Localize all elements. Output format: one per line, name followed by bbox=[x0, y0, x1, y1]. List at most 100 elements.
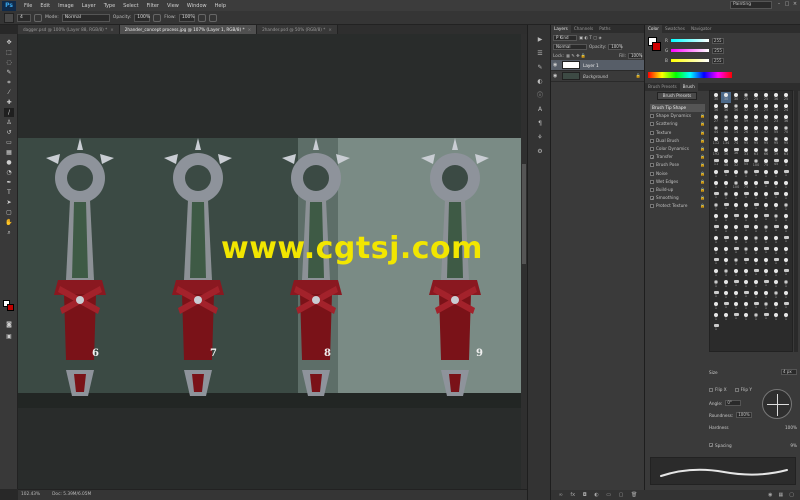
history-brush-tool-icon[interactable]: ↺ bbox=[4, 128, 14, 137]
brush-tip[interactable]: 1 bbox=[761, 312, 771, 323]
brush-tip[interactable]: 1 bbox=[711, 290, 721, 301]
lock-icon[interactable]: 🔒 bbox=[700, 194, 705, 202]
brush-option-checkbox[interactable] bbox=[650, 179, 654, 184]
brush-tip[interactable]: 1 bbox=[741, 279, 751, 290]
brush-tip[interactable]: 1 bbox=[761, 213, 771, 224]
brush-tip[interactable]: 1 bbox=[721, 301, 731, 312]
lock-icon[interactable]: 🔒 bbox=[700, 137, 705, 145]
brush-tip[interactable]: 1 bbox=[761, 224, 771, 235]
brush-option-checkbox[interactable] bbox=[650, 163, 654, 168]
blue-slider[interactable] bbox=[670, 59, 709, 62]
play-icon[interactable]: ▶ bbox=[535, 35, 545, 44]
brush-tip[interactable]: 1 bbox=[781, 290, 791, 301]
brush-tip[interactable]: 1 bbox=[721, 290, 731, 301]
close-icon[interactable]: × bbox=[110, 27, 114, 32]
brush-tip[interactable]: 1 bbox=[771, 268, 781, 279]
brush-tip[interactable]: 1 bbox=[781, 279, 791, 290]
lasso-tool-icon[interactable]: ◌ bbox=[4, 58, 14, 67]
lock-icon[interactable]: 🔒 bbox=[700, 178, 705, 186]
flip-y-checkbox[interactable]: Flip Y bbox=[734, 387, 752, 392]
brush-tip[interactable]: 1 bbox=[711, 279, 721, 290]
brush-tip[interactable]: 44 bbox=[711, 125, 721, 136]
layer-kind-filter[interactable]: P Kind bbox=[553, 34, 577, 41]
brush-tip[interactable]: 1 bbox=[761, 268, 771, 279]
brush-option-item[interactable]: Brush Pose 🔒 bbox=[650, 161, 705, 169]
brush-tip[interactable]: 25 bbox=[761, 103, 771, 114]
spacing-checkbox[interactable]: ✓ Spacing bbox=[709, 443, 732, 448]
color-spectrum[interactable] bbox=[648, 72, 732, 78]
brush-tip[interactable]: 192 bbox=[711, 147, 721, 158]
eraser-tool-icon[interactable]: ▭ bbox=[4, 138, 14, 147]
brush-option-item[interactable]: Color Dynamics 🔒 bbox=[650, 145, 705, 153]
brush-tool-preset-icon[interactable] bbox=[4, 12, 14, 23]
brush-tip[interactable]: 1 bbox=[731, 257, 741, 268]
menu-edit[interactable]: Edit bbox=[36, 3, 54, 9]
red-slider[interactable] bbox=[670, 39, 709, 42]
close-icon[interactable]: × bbox=[248, 27, 252, 32]
pressure-opacity-icon[interactable] bbox=[153, 13, 162, 22]
brush-tip[interactable]: 26 bbox=[741, 125, 751, 136]
brush-tip[interactable]: 1 bbox=[781, 158, 791, 169]
tab-color[interactable]: Color bbox=[645, 25, 662, 33]
brush-tip[interactable]: 59 bbox=[741, 114, 751, 125]
brush-tip[interactable]: 1 bbox=[721, 202, 731, 213]
lock-icon[interactable]: 🔒 bbox=[700, 112, 705, 120]
filter-icons[interactable]: ▣ ◐ T ▢ ◈ bbox=[579, 35, 602, 40]
brush-tip[interactable]: 1 bbox=[781, 224, 791, 235]
workspace-select[interactable]: Painting bbox=[730, 1, 772, 9]
brush-tip[interactable]: 1 bbox=[771, 279, 781, 290]
menu-view[interactable]: View bbox=[163, 3, 183, 9]
new-preset-icon[interactable]: ▢ bbox=[789, 492, 794, 498]
link-icon[interactable]: ∞ bbox=[559, 492, 563, 498]
brush-tip[interactable]: 1 bbox=[741, 290, 751, 301]
brush-tip[interactable]: 25 bbox=[741, 92, 751, 103]
tab-layers[interactable]: Layers bbox=[551, 25, 571, 33]
brush-tip[interactable]: 30 bbox=[731, 92, 741, 103]
brush-tip[interactable]: 36 bbox=[721, 103, 731, 114]
tab-2hander-concept[interactable]: 2hander_concept process.jpg @ 107% (Laye… bbox=[119, 25, 258, 34]
tab-paths[interactable]: Paths bbox=[596, 25, 613, 33]
brush-tip[interactable]: 66 bbox=[761, 147, 771, 158]
brush-tip[interactable]: 60 bbox=[721, 125, 731, 136]
brush-tip[interactable]: 1 bbox=[761, 169, 771, 180]
folder-icon[interactable]: ▭ bbox=[606, 492, 611, 498]
brush-tip[interactable]: 1 bbox=[771, 213, 781, 224]
menu-layer[interactable]: Layer bbox=[78, 3, 100, 9]
brush-tip[interactable]: 1 bbox=[771, 301, 781, 312]
brush-option-item[interactable]: Texture 🔒 bbox=[650, 129, 705, 137]
brush-tip[interactable]: 1 bbox=[711, 246, 721, 257]
brush-tip[interactable]: 1 bbox=[731, 224, 741, 235]
dodge-tool-icon[interactable]: ◔ bbox=[4, 168, 14, 177]
brush-tip[interactable]: 1 bbox=[741, 191, 751, 202]
brush-tip[interactable]: 36 bbox=[771, 92, 781, 103]
brush-tip[interactable]: 1 bbox=[711, 312, 721, 323]
brush-tip[interactable]: 1 bbox=[751, 180, 761, 191]
brush-tip[interactable]: 1 bbox=[751, 213, 761, 224]
brush-tip[interactable]: 1 bbox=[721, 235, 731, 246]
menu-window[interactable]: Window bbox=[183, 3, 211, 9]
brush-tip[interactable]: 95 bbox=[741, 136, 751, 147]
brush-tip[interactable]: 1 bbox=[731, 246, 741, 257]
brush-tip[interactable]: 1 bbox=[731, 191, 741, 202]
tab-brush[interactable]: Brush bbox=[679, 83, 698, 91]
brush-tip[interactable]: 33 bbox=[751, 125, 761, 136]
menu-type[interactable]: Type bbox=[100, 3, 119, 9]
brush-option-item[interactable]: Brush Tip Shape bbox=[650, 104, 705, 113]
document-canvas[interactable]: 6 7 8 9 www.cgtsj.com bbox=[18, 34, 527, 489]
brush-tip[interactable]: 1 bbox=[771, 224, 781, 235]
history-icon[interactable]: ☰ bbox=[535, 49, 545, 58]
lock-icon[interactable]: 🔒 bbox=[700, 202, 705, 210]
paragraph-icon[interactable]: ¶ bbox=[535, 119, 545, 128]
brush-tip[interactable]: 1 bbox=[761, 290, 771, 301]
brush-tip[interactable]: 1 bbox=[761, 180, 771, 191]
brush-option-item[interactable]: ✓ Transfer 🔒 bbox=[650, 153, 705, 161]
brush-tip[interactable]: 1 bbox=[721, 257, 731, 268]
clone-source-icon[interactable]: ⚘ bbox=[535, 133, 545, 142]
brush-tip[interactable]: 48 bbox=[721, 158, 731, 169]
info-icon[interactable]: ⓘ bbox=[535, 91, 545, 100]
brush-tip[interactable]: 14 bbox=[731, 125, 741, 136]
brush-tip[interactable]: 24 bbox=[781, 103, 791, 114]
pressure-size-icon[interactable] bbox=[208, 13, 217, 22]
tool-presets-icon[interactable]: ⚙ bbox=[535, 147, 545, 156]
brush-tip[interactable]: 1 bbox=[761, 191, 771, 202]
